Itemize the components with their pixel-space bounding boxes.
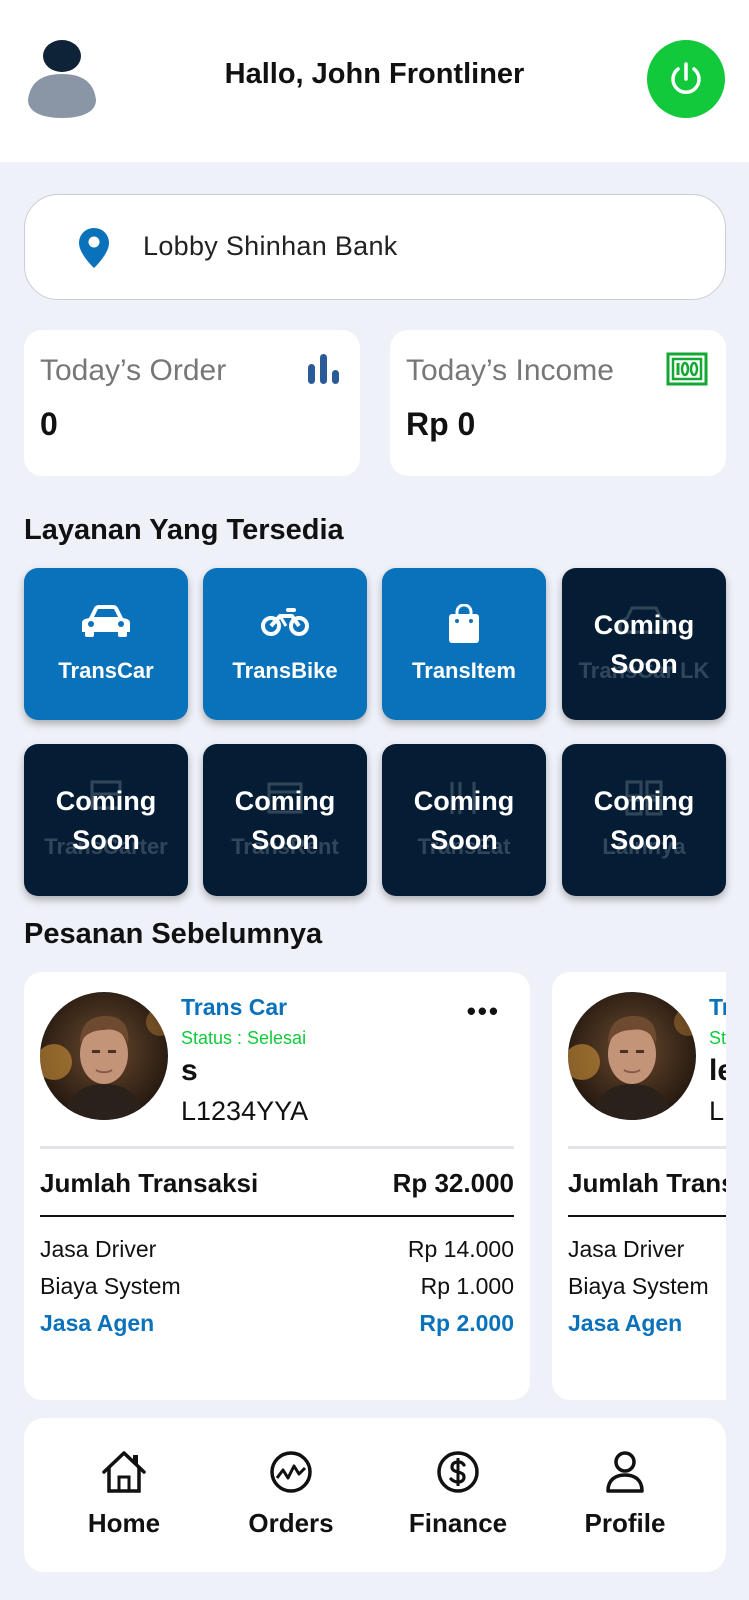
service-transitem[interactable]: TransItem bbox=[382, 568, 546, 720]
service-transeat: TransEat Coming Soon bbox=[382, 744, 546, 896]
fee-row-agent: Jasa Agen Rp 2.000 bbox=[40, 1310, 514, 1337]
fee-label: Jasa Agen bbox=[40, 1310, 155, 1336]
orders-carousel[interactable]: Trans Car Status : Selesai s L1234YYA ••… bbox=[24, 972, 726, 1400]
home-icon bbox=[54, 1448, 194, 1496]
fee-value: Rp 2.000 bbox=[419, 1310, 514, 1336]
order-service-name: Trans Car bbox=[709, 994, 726, 1020]
coming-soon-label: Coming Soon bbox=[413, 786, 515, 855]
profile-icon bbox=[555, 1448, 695, 1496]
divider bbox=[40, 1146, 514, 1149]
car-icon bbox=[24, 604, 188, 638]
service-lainnya: Lainnya Coming Soon bbox=[562, 744, 726, 896]
total-row: Jumlah Transaksi Rp 32.000 bbox=[40, 1168, 514, 1199]
todays-income-label: Today’s Income bbox=[406, 354, 614, 387]
more-options-icon[interactable]: ••• bbox=[467, 996, 500, 1027]
fee-row-driver: Jasa Driver Rp 14.000 bbox=[40, 1236, 514, 1263]
fee-label: Jasa Driver bbox=[40, 1236, 157, 1262]
shopping-bag-icon bbox=[382, 604, 546, 644]
vehicle-plate: L1234YYA bbox=[181, 1096, 309, 1126]
nav-profile[interactable]: Profile bbox=[555, 1448, 695, 1539]
fee-label: Biaya System bbox=[40, 1273, 181, 1299]
nav-orders[interactable]: Orders bbox=[221, 1448, 361, 1539]
total-label: Jumlah Transaksi bbox=[40, 1168, 259, 1198]
divider bbox=[568, 1215, 726, 1217]
order-service-name: Trans Car bbox=[181, 994, 288, 1020]
power-icon bbox=[671, 62, 701, 94]
nav-label: Orders bbox=[248, 1508, 334, 1538]
order-status: Status : Selesai bbox=[709, 1028, 726, 1048]
service-transrent: TransRent Coming Soon bbox=[203, 744, 367, 896]
money-icon bbox=[666, 352, 708, 391]
divider bbox=[568, 1146, 726, 1149]
fee-label: Jasa Agen bbox=[568, 1310, 683, 1336]
fee-row-driver: Jasa Driver bbox=[568, 1236, 726, 1263]
service-transcarter: TransCarter Coming Soon bbox=[24, 744, 188, 896]
fee-row-system: Biaya System Rp 1.000 bbox=[40, 1273, 514, 1300]
service-label: TransCar bbox=[58, 658, 154, 683]
order-card[interactable]: Trans Car Status : Selesai s L1234YYA ••… bbox=[24, 972, 530, 1400]
services-section-title: Layanan Yang Tersedia bbox=[24, 514, 344, 546]
total-row: Jumlah Transaksi bbox=[568, 1168, 726, 1199]
service-transbike[interactable]: TransBike bbox=[203, 568, 367, 720]
app-header: Hallo, John Frontliner bbox=[0, 0, 749, 162]
service-transcar-lk: TransCar LK Coming Soon bbox=[562, 568, 726, 720]
nav-home[interactable]: Home bbox=[54, 1448, 194, 1539]
orders-chart-icon bbox=[221, 1448, 361, 1496]
location-pin-icon bbox=[78, 227, 110, 274]
bar-chart-icon bbox=[306, 352, 342, 391]
nav-finance[interactable]: Finance bbox=[388, 1448, 528, 1539]
bottom-navigation: Home Orders Finance Profile bbox=[24, 1418, 726, 1572]
customer-name: s bbox=[181, 1054, 198, 1087]
nav-label: Home bbox=[87, 1508, 161, 1538]
bike-icon bbox=[203, 604, 367, 638]
total-label: Jumlah Transaksi bbox=[568, 1168, 726, 1198]
total-value: Rp 32.000 bbox=[392, 1168, 514, 1198]
todays-order-value: 0 bbox=[40, 406, 58, 442]
customer-name: le bbox=[709, 1054, 726, 1087]
order-card[interactable]: Trans Car Status : Selesai le L Jumlah T… bbox=[552, 972, 726, 1400]
nav-label: Profile bbox=[584, 1508, 666, 1538]
service-label: TransBike bbox=[232, 658, 338, 683]
nav-label: Finance bbox=[408, 1508, 508, 1538]
todays-order-card: Today’s Order 0 bbox=[24, 330, 360, 476]
divider bbox=[40, 1215, 514, 1217]
fee-row-agent: Jasa Agen bbox=[568, 1310, 726, 1337]
dollar-icon bbox=[388, 1448, 528, 1496]
power-button[interactable] bbox=[647, 40, 725, 118]
fee-label: Biaya System bbox=[568, 1273, 709, 1299]
fee-row-system: Biaya System bbox=[568, 1273, 726, 1300]
location-text: Lobby Shinhan Bank bbox=[143, 231, 398, 261]
vehicle-plate: L bbox=[709, 1096, 725, 1126]
todays-income-value: Rp 0 bbox=[406, 406, 476, 442]
coming-soon-label: Coming Soon bbox=[234, 786, 336, 855]
todays-order-label: Today’s Order bbox=[40, 354, 227, 387]
order-status: Status : Selesai bbox=[181, 1028, 307, 1048]
fee-value: Rp 1.000 bbox=[420, 1273, 514, 1299]
coming-soon-label: Coming Soon bbox=[593, 786, 695, 855]
service-transcar[interactable]: TransCar bbox=[24, 568, 188, 720]
greeting-text: Hallo, John Frontliner bbox=[224, 58, 525, 90]
orders-section-title: Pesanan Sebelumnya bbox=[24, 918, 323, 950]
fee-label: Jasa Driver bbox=[568, 1236, 685, 1262]
location-selector[interactable]: Lobby Shinhan Bank bbox=[24, 194, 726, 300]
fee-value: Rp 14.000 bbox=[407, 1236, 514, 1262]
coming-soon-label: Coming Soon bbox=[55, 786, 157, 855]
driver-photo bbox=[568, 992, 696, 1120]
service-label: TransItem bbox=[412, 658, 516, 683]
todays-income-card: Today’s Income Rp 0 bbox=[390, 330, 726, 476]
coming-soon-label: Coming Soon bbox=[593, 610, 695, 679]
driver-photo bbox=[40, 992, 168, 1120]
